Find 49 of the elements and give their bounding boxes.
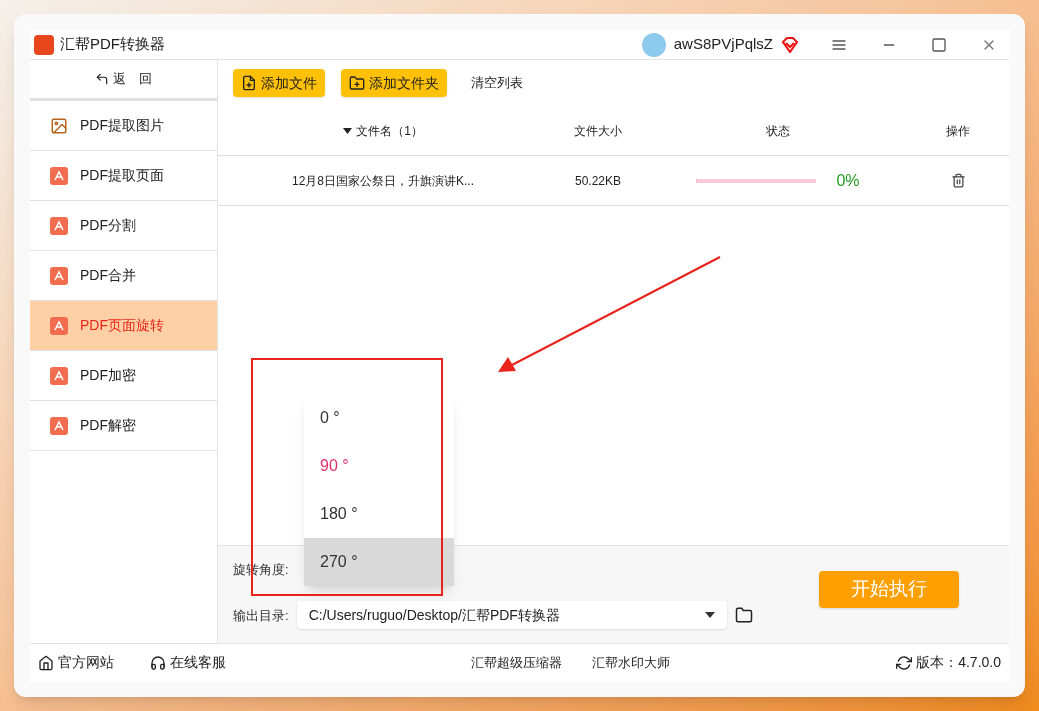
avatar — [641, 32, 666, 57]
pdf-icon — [50, 166, 68, 185]
image-icon — [50, 116, 68, 135]
column-header: 操作 — [945, 122, 971, 140]
service-link[interactable]: 在线客服 — [170, 652, 226, 673]
sidebar-item[interactable]: PDF解密 — [30, 401, 217, 451]
folder-icon[interactable] — [734, 606, 753, 625]
folder-add-icon — [349, 75, 365, 91]
dropdown-option[interactable]: 90 ° — [304, 442, 454, 490]
pdf-icon — [50, 216, 68, 235]
pdf-icon — [50, 416, 68, 435]
output-label: 输出目录: — [233, 606, 289, 625]
file-size-cell-text: 50.22KB — [573, 172, 622, 190]
pdf-icon — [50, 366, 68, 385]
website-link[interactable]: 官方网站 — [58, 652, 114, 673]
sidebar-item[interactable]: PDF加密 — [30, 351, 217, 401]
user-name: awS8PVjPqlsZ — [673, 34, 773, 55]
back-icon — [95, 72, 109, 86]
home-icon — [38, 654, 54, 671]
progress-percent: 0% — [836, 170, 860, 191]
add-file-button[interactable]: 添加文件 — [233, 69, 325, 97]
product-link[interactable]: 汇帮超级压缩器 — [471, 652, 562, 673]
product-link[interactable]: 汇帮水印大师 — [592, 652, 670, 673]
sidebar-item[interactable]: PDF分割 — [30, 201, 217, 251]
sort-caret-icon[interactable] — [343, 127, 353, 134]
pdf-icon — [50, 316, 68, 335]
delete-icon[interactable] — [950, 173, 966, 188]
sidebar-item[interactable]: PDF提取图片 — [30, 101, 217, 151]
sidebar-item[interactable]: PDF提取页面 — [30, 151, 217, 201]
column-header: 状态 — [765, 122, 791, 140]
column-header: 文件大小 — [573, 122, 623, 140]
dropdown-caret-icon — [704, 612, 715, 619]
back-button[interactable]: 返 回 — [30, 60, 217, 101]
output-path-field[interactable]: C:/Users/ruguo/Desktop/汇帮PDF转换器 — [296, 601, 727, 630]
dropdown-option[interactable]: 270 ° — [304, 538, 454, 586]
vip-icon — [781, 36, 799, 53]
file-name-cell-text: 12月8日国家公祭日，升旗演讲K... — [291, 172, 475, 190]
refresh-icon[interactable] — [896, 654, 913, 671]
dropdown-option[interactable]: 0 ° — [304, 394, 454, 442]
clear-list-button[interactable]: 清空列表 — [463, 73, 531, 93]
window-title: 汇帮PDF转换器 — [60, 34, 165, 55]
column-header[interactable]: 文件名（1） — [356, 121, 423, 140]
version-text: 版本：4.7.0.0 — [916, 653, 1001, 672]
headset-icon — [150, 654, 166, 671]
add-folder-button[interactable]: 添加文件夹 — [341, 69, 447, 97]
file-add-icon — [241, 75, 257, 91]
pdf-icon — [50, 266, 68, 285]
maximize-icon[interactable] — [931, 36, 947, 53]
dropdown-option[interactable]: 180 ° — [304, 490, 454, 538]
